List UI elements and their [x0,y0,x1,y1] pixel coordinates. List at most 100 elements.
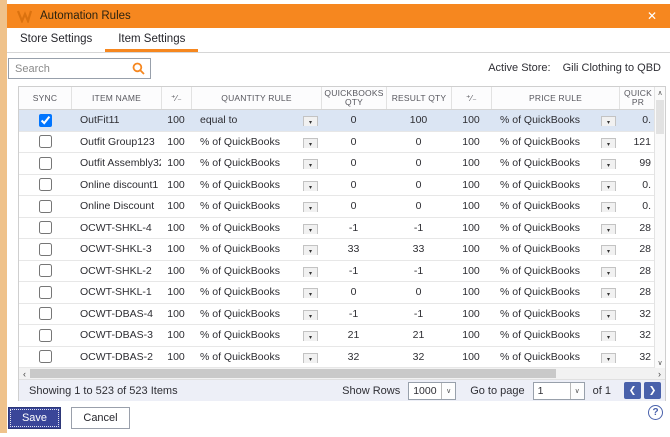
table-row[interactable]: OCWT-SHKL-3 100 % of QuickBooks ▾ 33 33 … [19,239,665,261]
tab-item-settings[interactable]: Item Settings [105,28,199,52]
item-name-cell: OutFit11 [80,114,120,127]
dropdown-arrow-icon[interactable]: ▾ [303,288,318,299]
dropdown-arrow-icon[interactable]: ▾ [601,352,616,363]
scroll-left-icon[interactable]: ‹ [19,368,30,379]
scroll-right-icon[interactable]: › [654,368,665,379]
close-icon[interactable]: ✕ [644,9,660,23]
save-button[interactable]: Save [8,407,61,429]
price-rule-cell: % of QuickBooks ▾ [491,286,619,299]
quantity-rule-cell: % of QuickBooks ▾ [191,329,321,342]
dropdown-arrow-icon[interactable]: ▾ [303,245,318,256]
sync-checkbox[interactable] [38,328,52,342]
table-row[interactable]: OCWT-DBAS-2 100 % of QuickBooks ▾ 32 32 … [19,346,665,368]
dropdown-arrow-icon[interactable]: ▾ [601,331,616,342]
result-qty-cell: 100 [409,114,428,127]
automation-rules-dialog: Automation Rules ✕ Store Settings Item S… [0,0,670,437]
column-header-price-rule[interactable]: PRICE RULE [491,87,619,109]
table-row[interactable]: Outfit Assembly321 100 % of QuickBooks ▾… [19,153,665,175]
dropdown-arrow-icon[interactable]: ▾ [303,266,318,277]
showing-items-text: Showing 1 to 523 of 523 Items [29,384,178,397]
dropdown-arrow-icon[interactable]: ▾ [303,159,318,170]
sync-checkbox[interactable] [38,156,52,170]
quantity-rule-cell: % of QuickBooks ▾ [191,157,321,170]
previous-page-button[interactable]: ❮ [624,382,641,399]
price-rule-cell: % of QuickBooks ▾ [491,329,619,342]
dropdown-arrow-icon[interactable]: ▾ [601,266,616,277]
column-header-sync[interactable]: SYNC [19,87,71,109]
go-to-page-value: 1 [537,384,544,397]
dropdown-arrow-icon[interactable]: ▾ [601,288,616,299]
table-header: SYNC ITEM NAME ⁺⁄₋ QUANTITY RULE QUICKBO… [19,87,665,110]
sync-checkbox[interactable] [38,178,52,192]
column-header-qty-percent[interactable]: ⁺⁄₋ [161,87,191,109]
sync-checkbox[interactable] [38,242,52,256]
result-qty-cell: -1 [413,221,424,234]
table-row[interactable]: OCWT-DBAS-3 100 % of QuickBooks ▾ 21 21 … [19,325,665,347]
sync-checkbox[interactable] [38,199,52,213]
sync-checkbox[interactable] [38,285,52,299]
dropdown-arrow-icon[interactable]: ▾ [601,137,616,148]
sync-checkbox[interactable] [38,350,52,364]
sync-checkbox[interactable] [38,113,52,127]
search-box[interactable] [8,58,151,79]
dropdown-arrow-icon[interactable]: ▾ [601,159,616,170]
table-row[interactable]: Outfit Group123 100 % of QuickBooks ▾ 0 … [19,131,665,153]
sync-checkbox[interactable] [38,264,52,278]
horizontal-scrollbar[interactable]: ‹ › [19,368,665,380]
scroll-up-icon[interactable]: ∧ [655,89,665,97]
next-page-button[interactable]: ❯ [644,382,661,399]
go-to-page-select[interactable]: 1 ∨ [532,381,585,400]
cancel-button[interactable]: Cancel [71,407,130,429]
sync-checkbox[interactable] [38,135,52,149]
sync-cell [19,221,71,235]
horizontal-scrollbar-thumb[interactable] [30,369,556,378]
vertical-scrollbar[interactable]: ∧ ∨ [654,87,665,368]
quickbooks-qty-cell: 0 [350,157,357,170]
column-header-item-name[interactable]: ITEM NAME [71,87,161,109]
sync-cell [19,135,71,149]
table-row[interactable]: OCWT-SHKL-4 100 % of QuickBooks ▾ -1 -1 … [19,217,665,239]
table-row[interactable]: OCWT-DBAS-4 100 % of QuickBooks ▾ -1 -1 … [19,303,665,325]
search-input[interactable] [9,59,132,78]
sync-checkbox[interactable] [38,221,52,235]
dropdown-arrow-icon[interactable]: ▾ [303,223,318,234]
show-rows-select[interactable]: 1000 ∨ [408,381,457,400]
dropdown-arrow-icon[interactable]: ▾ [303,137,318,148]
dropdown-arrow-icon[interactable]: ▾ [303,116,318,127]
table-row[interactable]: Online discount1 100 % of QuickBooks ▾ 0… [19,174,665,196]
table-row[interactable]: OCWT-SHKL-2 100 % of QuickBooks ▾ -1 -1 … [19,260,665,282]
dropdown-arrow-icon[interactable]: ▾ [601,116,616,127]
dropdown-arrow-icon[interactable]: ▾ [303,202,318,213]
sync-cell [19,285,71,299]
column-header-result-qty[interactable]: RESULT QTY [386,87,451,109]
column-header-quantity-rule[interactable]: QUANTITY RULE [191,87,321,109]
vertical-scrollbar-thumb[interactable] [656,100,664,134]
dropdown-arrow-icon[interactable]: ▾ [601,223,616,234]
help-icon[interactable]: ? [648,405,663,420]
column-header-quickbooks-qty[interactable]: QUICKBOOKS QTY [321,87,386,109]
price-percent-cell: 100 [462,243,480,256]
table-row[interactable]: Online Discount 100 % of QuickBooks ▾ 0 … [19,196,665,218]
price-rule-value: % of QuickBooks [500,221,580,234]
column-header-price-percent[interactable]: ⁺⁄₋ [451,87,491,109]
price-rule-value: % of QuickBooks [500,114,580,127]
dropdown-arrow-icon[interactable]: ▾ [303,352,318,363]
dropdown-arrow-icon[interactable]: ▾ [303,331,318,342]
dropdown-arrow-icon[interactable]: ▾ [601,202,616,213]
sync-checkbox[interactable] [38,307,52,321]
price-rule-cell: % of QuickBooks ▾ [491,222,619,234]
quantity-rule-value: % of QuickBooks [200,329,280,342]
dropdown-arrow-icon[interactable]: ▾ [303,180,318,191]
chevron-down-icon[interactable]: ∨ [569,382,584,399]
sync-cell [19,113,71,127]
dropdown-arrow-icon[interactable]: ▾ [601,180,616,191]
search-icon[interactable] [132,62,145,75]
dropdown-arrow-icon[interactable]: ▾ [601,309,616,320]
table-row[interactable]: OutFit11 100 equal to ▾ 0 100 100 % of Q… [19,110,665,132]
dropdown-arrow-icon[interactable]: ▾ [601,245,616,256]
table-row[interactable]: OCWT-SHKL-1 100 % of QuickBooks ▾ 0 0 10… [19,282,665,304]
chevron-down-icon[interactable]: ∨ [441,382,456,399]
dropdown-arrow-icon[interactable]: ▾ [303,309,318,320]
tab-store-settings[interactable]: Store Settings [7,28,105,52]
scroll-down-icon[interactable]: ∨ [655,359,665,367]
